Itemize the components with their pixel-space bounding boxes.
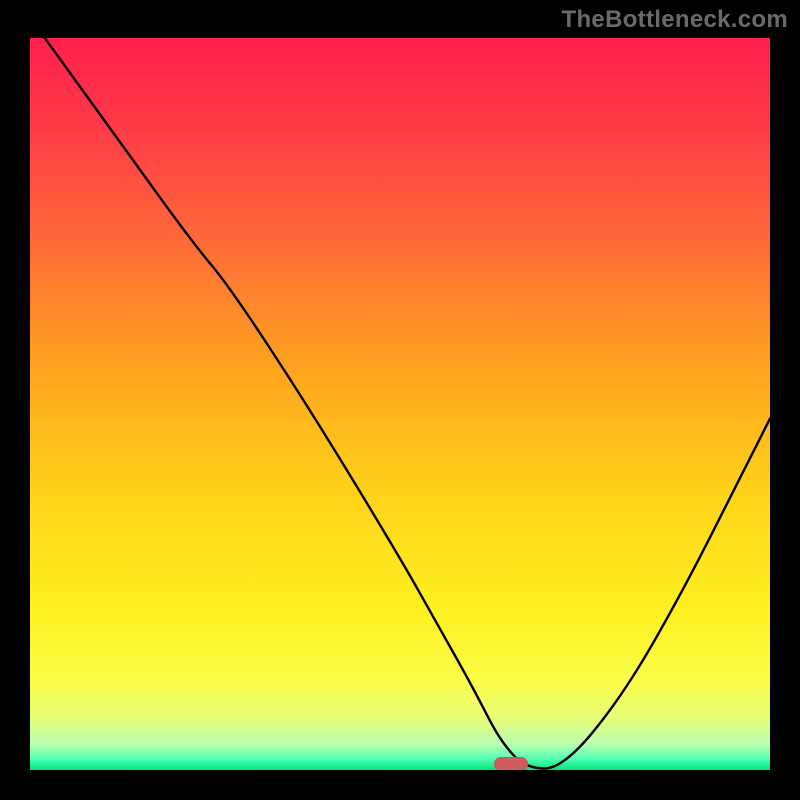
watermark-text: TheBottleneck.com [562, 6, 788, 34]
plot-area [30, 38, 770, 770]
optimal-marker [494, 757, 528, 770]
bottleneck-curve [30, 38, 770, 770]
chart-stage: TheBottleneck.com [0, 0, 800, 800]
